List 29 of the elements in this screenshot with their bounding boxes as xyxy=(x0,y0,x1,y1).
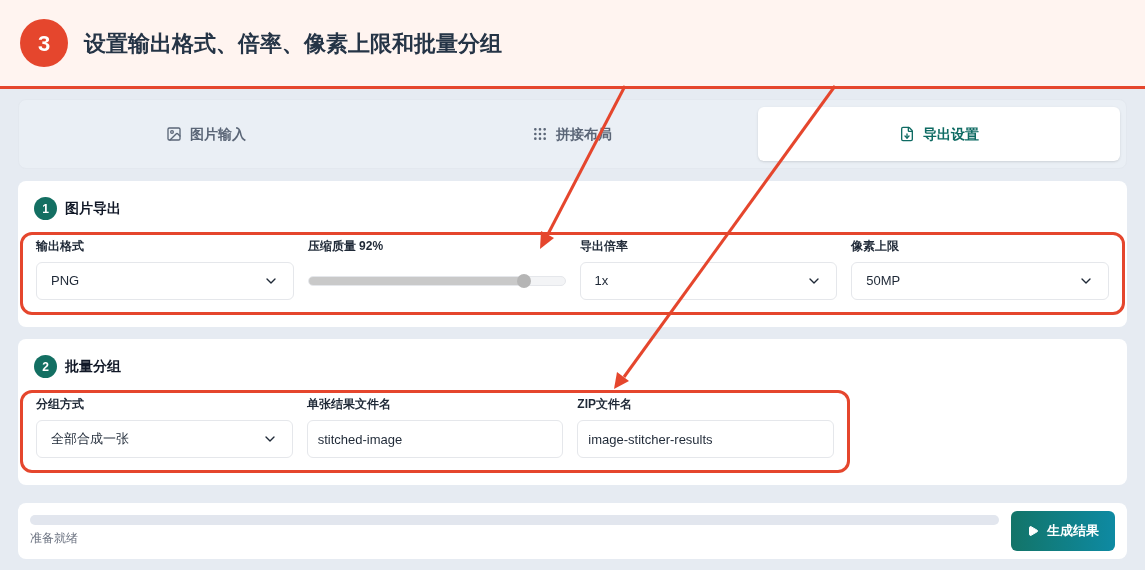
step-number: 3 xyxy=(20,19,68,67)
section-number: 2 xyxy=(34,355,57,378)
grid-icon xyxy=(532,126,549,142)
field-label: 单张结果文件名 xyxy=(306,396,392,412)
text-field[interactable]: image-stitcher-results xyxy=(577,420,834,458)
dropdown[interactable]: 50MP xyxy=(851,262,1109,300)
tab[interactable]: 导出设置 xyxy=(757,107,1120,161)
banner-title: 设置输出格式、倍率、像素上限和批量分组 xyxy=(84,29,502,58)
field-label: 像素上限 xyxy=(851,238,901,254)
section-title: 图片导出 xyxy=(65,199,121,218)
tab[interactable]: 图片输入 xyxy=(25,107,388,161)
slider-track[interactable] xyxy=(307,276,566,286)
section-number: 1 xyxy=(34,197,57,220)
field-label: ZIP文件名 xyxy=(577,396,633,412)
play-icon xyxy=(1027,525,1039,537)
download-icon xyxy=(898,126,915,142)
field-label: 分组方式 xyxy=(36,396,85,412)
field-label: 压缩质量 92% xyxy=(307,238,385,254)
section-title: 批量分组 xyxy=(65,357,121,376)
dropdown[interactable]: 1x xyxy=(579,262,838,300)
dropdown[interactable]: 全部合成一张 xyxy=(36,420,293,458)
slider-thumb[interactable] xyxy=(516,274,531,288)
image-icon xyxy=(166,126,183,142)
field-label: 输出格式 xyxy=(36,238,85,254)
generate-button[interactable]: 生成结果 xyxy=(1011,511,1115,551)
text-field[interactable]: stitched-image xyxy=(306,420,564,458)
dropdown[interactable]: PNG xyxy=(36,262,294,300)
status-text: 准备就绪 xyxy=(30,530,79,547)
field-label: 导出倍率 xyxy=(579,238,629,254)
